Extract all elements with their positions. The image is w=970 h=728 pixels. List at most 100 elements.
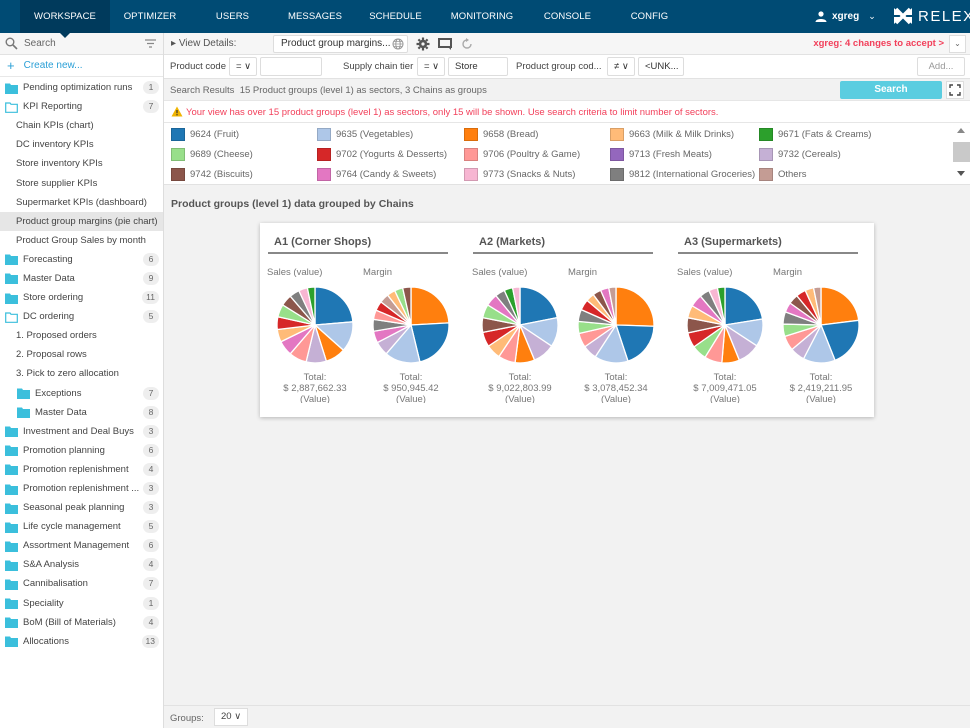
- legend-swatch: [759, 168, 773, 181]
- supply-chain-tier-operator[interactable]: = ∨: [417, 57, 445, 76]
- sidebar-folder-item[interactable]: Seasonal peak planning 3: [0, 498, 163, 517]
- refresh-icon[interactable]: [460, 37, 474, 51]
- view-details-label: View Details:: [178, 38, 237, 49]
- legend-item[interactable]: Others: [759, 168, 807, 181]
- nav-workspace[interactable]: WORKSPACE: [20, 0, 110, 38]
- sidebar-folder-item[interactable]: Assortment Management 6: [0, 536, 163, 555]
- product-code-operator[interactable]: = ∨: [229, 57, 257, 76]
- item-count-badge: 3: [143, 424, 159, 438]
- sidebar-folder-item[interactable]: Promotion replenishment 4: [0, 460, 163, 479]
- chain-group: A2 (Markets) Sales (value) Total: $ 9,022,8…: [465, 223, 670, 417]
- sidebar-search[interactable]: Search: [0, 33, 163, 55]
- supply-chain-tier-input[interactable]: Store: [448, 57, 508, 76]
- folder-icon: [5, 598, 18, 610]
- changes-dropdown[interactable]: ⌄: [949, 35, 966, 53]
- legend-item[interactable]: 9732 (Cereals): [759, 148, 841, 161]
- pie-slice[interactable]: [615, 286, 655, 327]
- sidebar-view-item[interactable]: 2. Proposal rows: [0, 345, 163, 364]
- sidebar-view-item[interactable]: 1. Proposed orders: [0, 326, 163, 345]
- changes-to-accept-link[interactable]: xgreg: 4 changes to accept >: [813, 38, 944, 49]
- sidebar-item-label: Speciality: [23, 597, 64, 609]
- pie-slice[interactable]: [314, 286, 354, 326]
- sidebar-folder-item[interactable]: S&A Analysis 4: [0, 555, 163, 574]
- pie-slice[interactable]: [410, 286, 450, 326]
- nav-messages[interactable]: MESSAGES: [275, 0, 355, 33]
- view-selector[interactable]: Product group margins...: [273, 35, 408, 53]
- product-group-code-input[interactable]: <UNK...: [638, 57, 684, 76]
- nav-console[interactable]: CONSOLE: [535, 0, 600, 33]
- sidebar-folder-item[interactable]: Pending optimization runs 1: [0, 78, 163, 97]
- nav-optimizer[interactable]: OPTIMIZER: [110, 0, 190, 33]
- sidebar-folder-item[interactable]: Master Data 8: [0, 403, 163, 422]
- sidebar-folder-item[interactable]: Promotion replenishment ... 3: [0, 479, 163, 498]
- user-menu[interactable]: xgreg ⌄: [815, 0, 876, 33]
- legend-item[interactable]: 9706 (Poultry & Game): [464, 148, 580, 161]
- groups-select[interactable]: 20 ∨: [214, 708, 248, 726]
- item-count-badge: 6: [143, 252, 159, 266]
- nav-config[interactable]: CONFIG: [622, 0, 677, 33]
- scroll-thumb[interactable]: [953, 142, 970, 162]
- legend-swatch: [610, 168, 624, 181]
- sidebar-folder-item[interactable]: Speciality 1: [0, 594, 163, 613]
- sidebar-folder-item[interactable]: Master Data 9: [0, 269, 163, 288]
- sidebar-view-item[interactable]: Store inventory KPIs: [0, 154, 163, 173]
- add-filter-button[interactable]: Add...: [917, 57, 965, 76]
- sidebar-folder-item[interactable]: Investment and Deal Buys 3: [0, 422, 163, 441]
- scroll-up-icon[interactable]: [957, 128, 965, 133]
- sidebar-item-label: Promotion replenishment ...: [23, 483, 140, 495]
- sidebar-folder-item[interactable]: Life cycle management 5: [0, 517, 163, 536]
- legend-item[interactable]: 9742 (Biscuits): [171, 168, 253, 181]
- gear-icon[interactable]: [416, 37, 430, 51]
- sidebar-folder-item[interactable]: Store ordering 11: [0, 288, 163, 307]
- filter-icon[interactable]: [145, 39, 156, 48]
- legend-item[interactable]: 9702 (Yogurts & Desserts): [317, 148, 447, 161]
- search-button[interactable]: Search: [840, 81, 942, 99]
- legend-item[interactable]: 9689 (Cheese): [171, 148, 253, 161]
- sidebar-view-item[interactable]: Product group margins (pie chart): [0, 211, 163, 231]
- sidebar-folder-item[interactable]: BoM (Bill of Materials) 4: [0, 613, 163, 632]
- sidebar-folder-item[interactable]: Promotion planning 6: [0, 441, 163, 460]
- legend-item[interactable]: 9773 (Snacks & Nuts): [464, 168, 575, 181]
- product-group-code-operator[interactable]: ≠ ∨: [607, 57, 635, 76]
- comment-icon[interactable]: [438, 37, 452, 51]
- legend-swatch: [464, 128, 478, 141]
- legend-item[interactable]: 9764 (Candy & Sweets): [317, 168, 436, 181]
- legend-item[interactable]: 9624 (Fruit): [171, 128, 239, 141]
- sidebar-view-item[interactable]: Supermarket KPIs (dashboard): [0, 193, 163, 212]
- nav-users[interactable]: USERS: [195, 0, 270, 33]
- sidebar-folder-item[interactable]: KPI Reporting 7: [0, 97, 163, 116]
- pie-total: Total: $ 3,078,452.34 (Value): [571, 372, 661, 403]
- legend-item[interactable]: 9713 (Fresh Meats): [610, 148, 712, 161]
- sidebar-view-item[interactable]: Product Group Sales by month: [0, 231, 163, 250]
- sidebar-view-item[interactable]: Chain KPIs (chart): [0, 116, 163, 135]
- pie-total-total: Total:: [303, 372, 327, 383]
- nav-monitoring[interactable]: MONITORING: [443, 0, 521, 33]
- legend-item[interactable]: 9671 (Fats & Creams): [759, 128, 871, 141]
- legend-item[interactable]: 9812 (International Groceries): [610, 168, 755, 181]
- sidebar-item-label: Life cycle management: [23, 521, 121, 533]
- search-input[interactable]: Search: [24, 38, 56, 49]
- legend-item[interactable]: 9663 (Milk & Milk Drinks): [610, 128, 734, 141]
- sidebar-folder-item[interactable]: Cannibalisation 7: [0, 574, 163, 593]
- legend-item[interactable]: 9635 (Vegetables): [317, 128, 413, 141]
- pie-total-total: Total:: [809, 372, 833, 383]
- legend-swatch: [171, 168, 185, 181]
- legend-scrollbar[interactable]: [952, 123, 970, 184]
- sidebar-view-item[interactable]: DC inventory KPIs: [0, 135, 163, 154]
- sidebar-folder-item[interactable]: Forecasting 6: [0, 250, 163, 269]
- sidebar-folder-item[interactable]: DC ordering 5: [0, 307, 163, 326]
- pie-slice[interactable]: [820, 286, 860, 326]
- nav-schedule[interactable]: SCHEDULE: [358, 0, 433, 33]
- sidebar-folder-item[interactable]: Allocations 13: [0, 632, 163, 651]
- view-details-toggle[interactable]: ▸ View Details:: [171, 38, 236, 49]
- fullscreen-button[interactable]: [946, 81, 964, 99]
- legend-label: 9732 (Cereals): [778, 149, 841, 160]
- legend-item[interactable]: 9658 (Bread): [464, 128, 538, 141]
- create-new-button[interactable]: + Create new...: [0, 55, 163, 77]
- sidebar-folder-item[interactable]: Exceptions 7: [0, 384, 163, 403]
- product-code-input[interactable]: [260, 57, 322, 76]
- pie-total-total: Total:: [713, 372, 737, 383]
- scroll-down-icon[interactable]: [957, 171, 965, 176]
- sidebar-view-item[interactable]: 3. Pick to zero allocation: [0, 364, 163, 383]
- sidebar-view-item[interactable]: Store supplier KPIs: [0, 173, 163, 192]
